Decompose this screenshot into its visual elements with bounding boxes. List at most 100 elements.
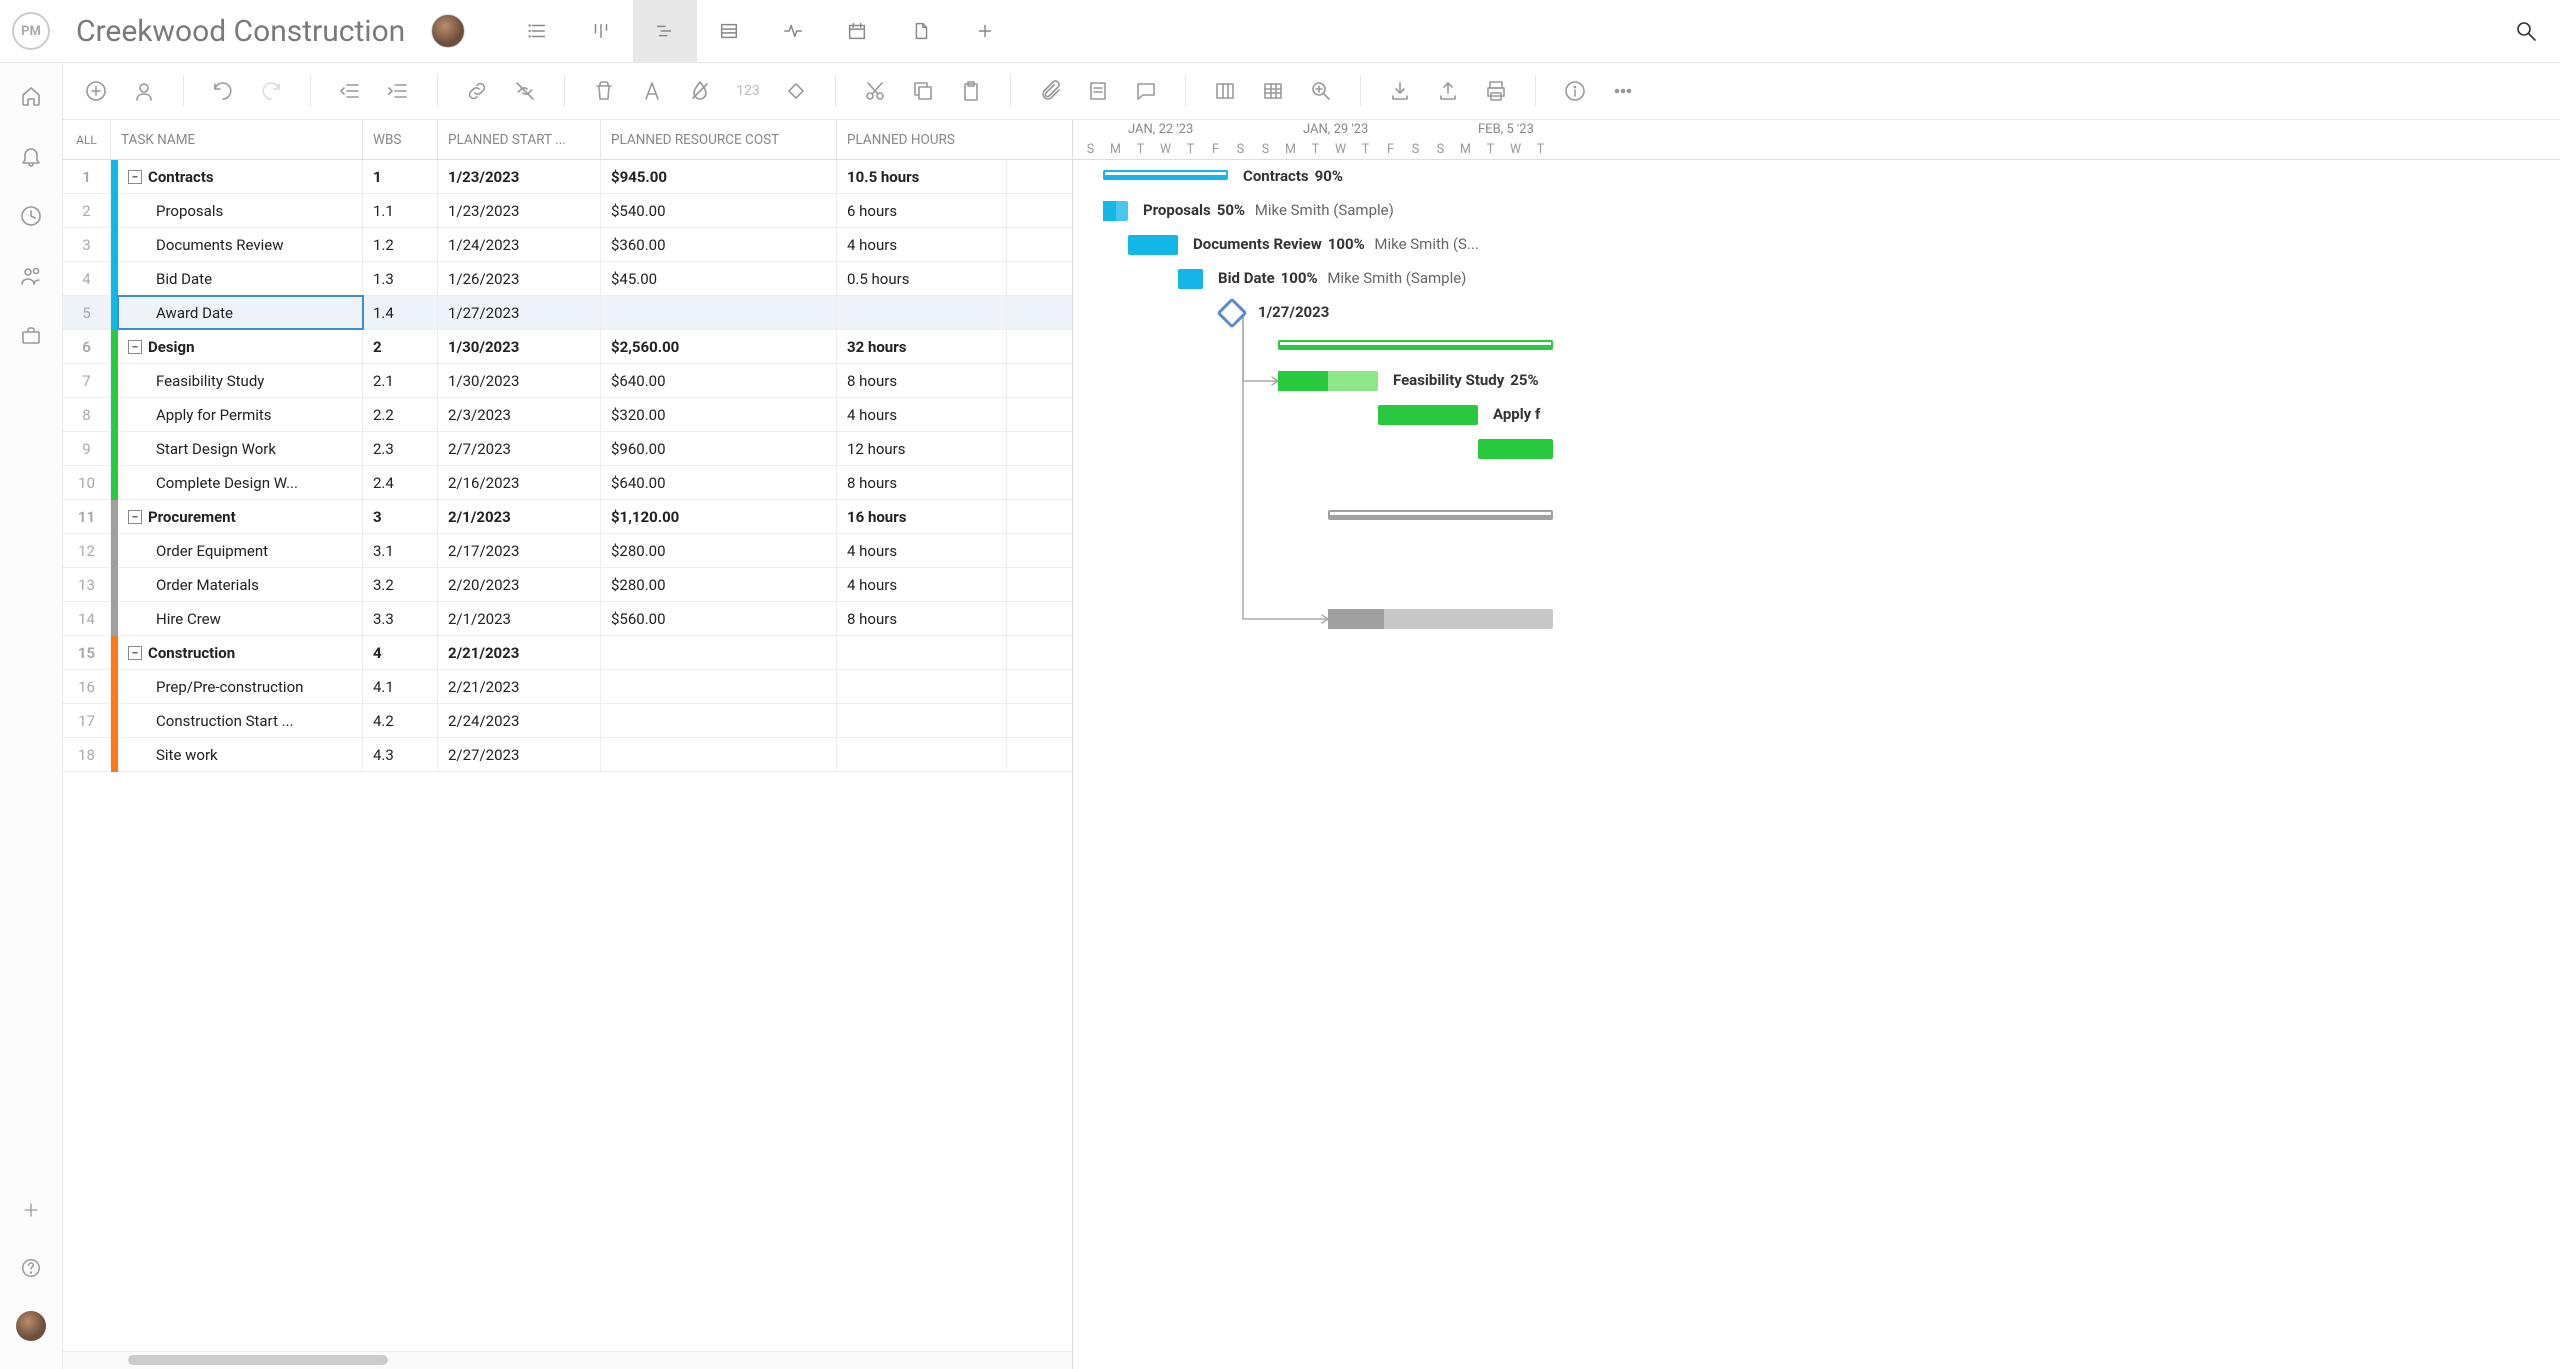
task-row[interactable]: 10Complete Design W...2.42/16/2023$640.0…: [63, 466, 1072, 500]
task-name-cell[interactable]: Complete Design W...: [118, 466, 363, 499]
gantt-milestone[interactable]: [1216, 297, 1247, 328]
task-row[interactable]: 17Construction Start ...4.22/24/2023: [63, 704, 1072, 738]
cost-cell[interactable]: $280.00: [601, 534, 837, 567]
wbs-cell[interactable]: 4.2: [363, 704, 438, 737]
start-cell[interactable]: 2/21/2023: [438, 670, 601, 703]
task-row[interactable]: 18Site work4.32/27/2023: [63, 738, 1072, 772]
print-icon[interactable]: [1481, 76, 1511, 106]
cost-cell[interactable]: [601, 296, 837, 329]
cost-cell[interactable]: $640.00: [601, 466, 837, 499]
unlink-icon[interactable]: [510, 76, 540, 106]
sidebar-people-icon[interactable]: [16, 261, 46, 291]
task-row[interactable]: 4Bid Date1.31/26/2023$45.000.5 hours: [63, 262, 1072, 296]
start-cell[interactable]: 1/30/2023: [438, 330, 601, 363]
gantt-task-bar[interactable]: [1378, 405, 1478, 425]
view-list-icon[interactable]: [505, 0, 569, 63]
sidebar-help-icon[interactable]: [16, 1253, 46, 1283]
wbs-cell[interactable]: 1.2: [363, 228, 438, 261]
cut-icon[interactable]: [860, 76, 890, 106]
wbs-cell[interactable]: 1.3: [363, 262, 438, 295]
hours-cell[interactable]: [837, 296, 1007, 329]
task-name-cell[interactable]: −Contracts: [118, 160, 363, 193]
cost-cell[interactable]: [601, 704, 837, 737]
cost-cell[interactable]: $960.00: [601, 432, 837, 465]
start-cell[interactable]: 2/17/2023: [438, 534, 601, 567]
task-row[interactable]: 1−Contracts11/23/2023$945.0010.5 hours: [63, 160, 1072, 194]
grid-body[interactable]: 1−Contracts11/23/2023$945.0010.5 hours2P…: [63, 160, 1072, 1351]
attachment-icon[interactable]: [1035, 76, 1065, 106]
view-file-icon[interactable]: [889, 0, 953, 63]
project-title[interactable]: Creekwood Construction: [76, 14, 405, 49]
task-name-cell[interactable]: Site work: [118, 738, 363, 771]
gantt-group-bar[interactable]: [1103, 170, 1228, 180]
view-activity-icon[interactable]: [761, 0, 825, 63]
task-row[interactable]: 3Documents Review1.21/24/2023$360.004 ho…: [63, 228, 1072, 262]
wbs-cell[interactable]: 3: [363, 500, 438, 533]
cost-cell[interactable]: $45.00: [601, 262, 837, 295]
view-board-icon[interactable]: [569, 0, 633, 63]
task-name-cell[interactable]: Start Design Work: [118, 432, 363, 465]
copy-icon[interactable]: [908, 76, 938, 106]
comments-icon[interactable]: [1131, 76, 1161, 106]
start-cell[interactable]: 1/23/2023: [438, 194, 601, 227]
wbs-cell[interactable]: 4.3: [363, 738, 438, 771]
task-name-cell[interactable]: Hire Crew: [118, 602, 363, 635]
import-icon[interactable]: [1385, 76, 1415, 106]
cost-cell[interactable]: $1,120.00: [601, 500, 837, 533]
wbs-cell[interactable]: 3.1: [363, 534, 438, 567]
app-logo[interactable]: PM: [12, 12, 50, 50]
hours-cell[interactable]: [837, 636, 1007, 669]
hours-cell[interactable]: 4 hours: [837, 568, 1007, 601]
paste-icon[interactable]: [956, 76, 986, 106]
cost-cell[interactable]: $280.00: [601, 568, 837, 601]
task-name-cell[interactable]: Order Materials: [118, 568, 363, 601]
cost-cell[interactable]: [601, 670, 837, 703]
assign-icon[interactable]: [129, 76, 159, 106]
columns-icon[interactable]: [1210, 76, 1240, 106]
wbs-cell[interactable]: 1: [363, 160, 438, 193]
task-row[interactable]: 16Prep/Pre-construction4.12/21/2023: [63, 670, 1072, 704]
sidebar-notifications-icon[interactable]: [16, 141, 46, 171]
wbs-cell[interactable]: 2.1: [363, 364, 438, 397]
start-cell[interactable]: 2/3/2023: [438, 398, 601, 431]
notes-icon[interactable]: [1083, 76, 1113, 106]
start-cell[interactable]: 2/20/2023: [438, 568, 601, 601]
search-icon[interactable]: [2504, 9, 2548, 53]
user-avatar[interactable]: [16, 1311, 46, 1341]
gantt-chart[interactable]: JAN, 22 '23JAN, 29 '23FEB, 5 '23SMTWTFSS…: [1073, 120, 2560, 1369]
start-cell[interactable]: 1/30/2023: [438, 364, 601, 397]
info-icon[interactable]: [1560, 76, 1590, 106]
cost-cell[interactable]: [601, 636, 837, 669]
cost-cell[interactable]: $640.00: [601, 364, 837, 397]
start-cell[interactable]: 2/1/2023: [438, 500, 601, 533]
cost-cell[interactable]: $320.00: [601, 398, 837, 431]
gantt-task-bar[interactable]: [1478, 439, 1553, 459]
cost-cell[interactable]: [601, 738, 837, 771]
collapse-icon[interactable]: −: [128, 170, 142, 184]
col-header-task[interactable]: TASK NAME: [111, 120, 363, 159]
wbs-cell[interactable]: 3.3: [363, 602, 438, 635]
collapse-icon[interactable]: −: [128, 510, 142, 524]
task-name-cell[interactable]: Order Equipment: [118, 534, 363, 567]
start-cell[interactable]: 2/24/2023: [438, 704, 601, 737]
wbs-cell[interactable]: 3.2: [363, 568, 438, 601]
wbs-cell[interactable]: 4: [363, 636, 438, 669]
start-cell[interactable]: 2/16/2023: [438, 466, 601, 499]
task-name-cell[interactable]: Award Date: [118, 296, 363, 329]
outdent-icon[interactable]: [335, 76, 365, 106]
task-row[interactable]: 6−Design21/30/2023$2,560.0032 hours: [63, 330, 1072, 364]
start-cell[interactable]: 1/23/2023: [438, 160, 601, 193]
task-row[interactable]: 8Apply for Permits2.22/3/2023$320.004 ho…: [63, 398, 1072, 432]
cost-cell[interactable]: $2,560.00: [601, 330, 837, 363]
wbs-cell[interactable]: 1.4: [363, 296, 438, 329]
hours-cell[interactable]: 8 hours: [837, 602, 1007, 635]
gantt-task-bar[interactable]: [1178, 269, 1203, 289]
gantt-task-bar[interactable]: [1328, 609, 1553, 629]
wbs-cell[interactable]: 2.4: [363, 466, 438, 499]
col-header-cost[interactable]: PLANNED RESOURCE COST: [601, 120, 837, 159]
hours-cell[interactable]: 4 hours: [837, 228, 1007, 261]
table-icon[interactable]: [1258, 76, 1288, 106]
task-row[interactable]: 14Hire Crew3.32/1/2023$560.008 hours: [63, 602, 1072, 636]
delete-icon[interactable]: [589, 76, 619, 106]
wbs-cell[interactable]: 2.3: [363, 432, 438, 465]
